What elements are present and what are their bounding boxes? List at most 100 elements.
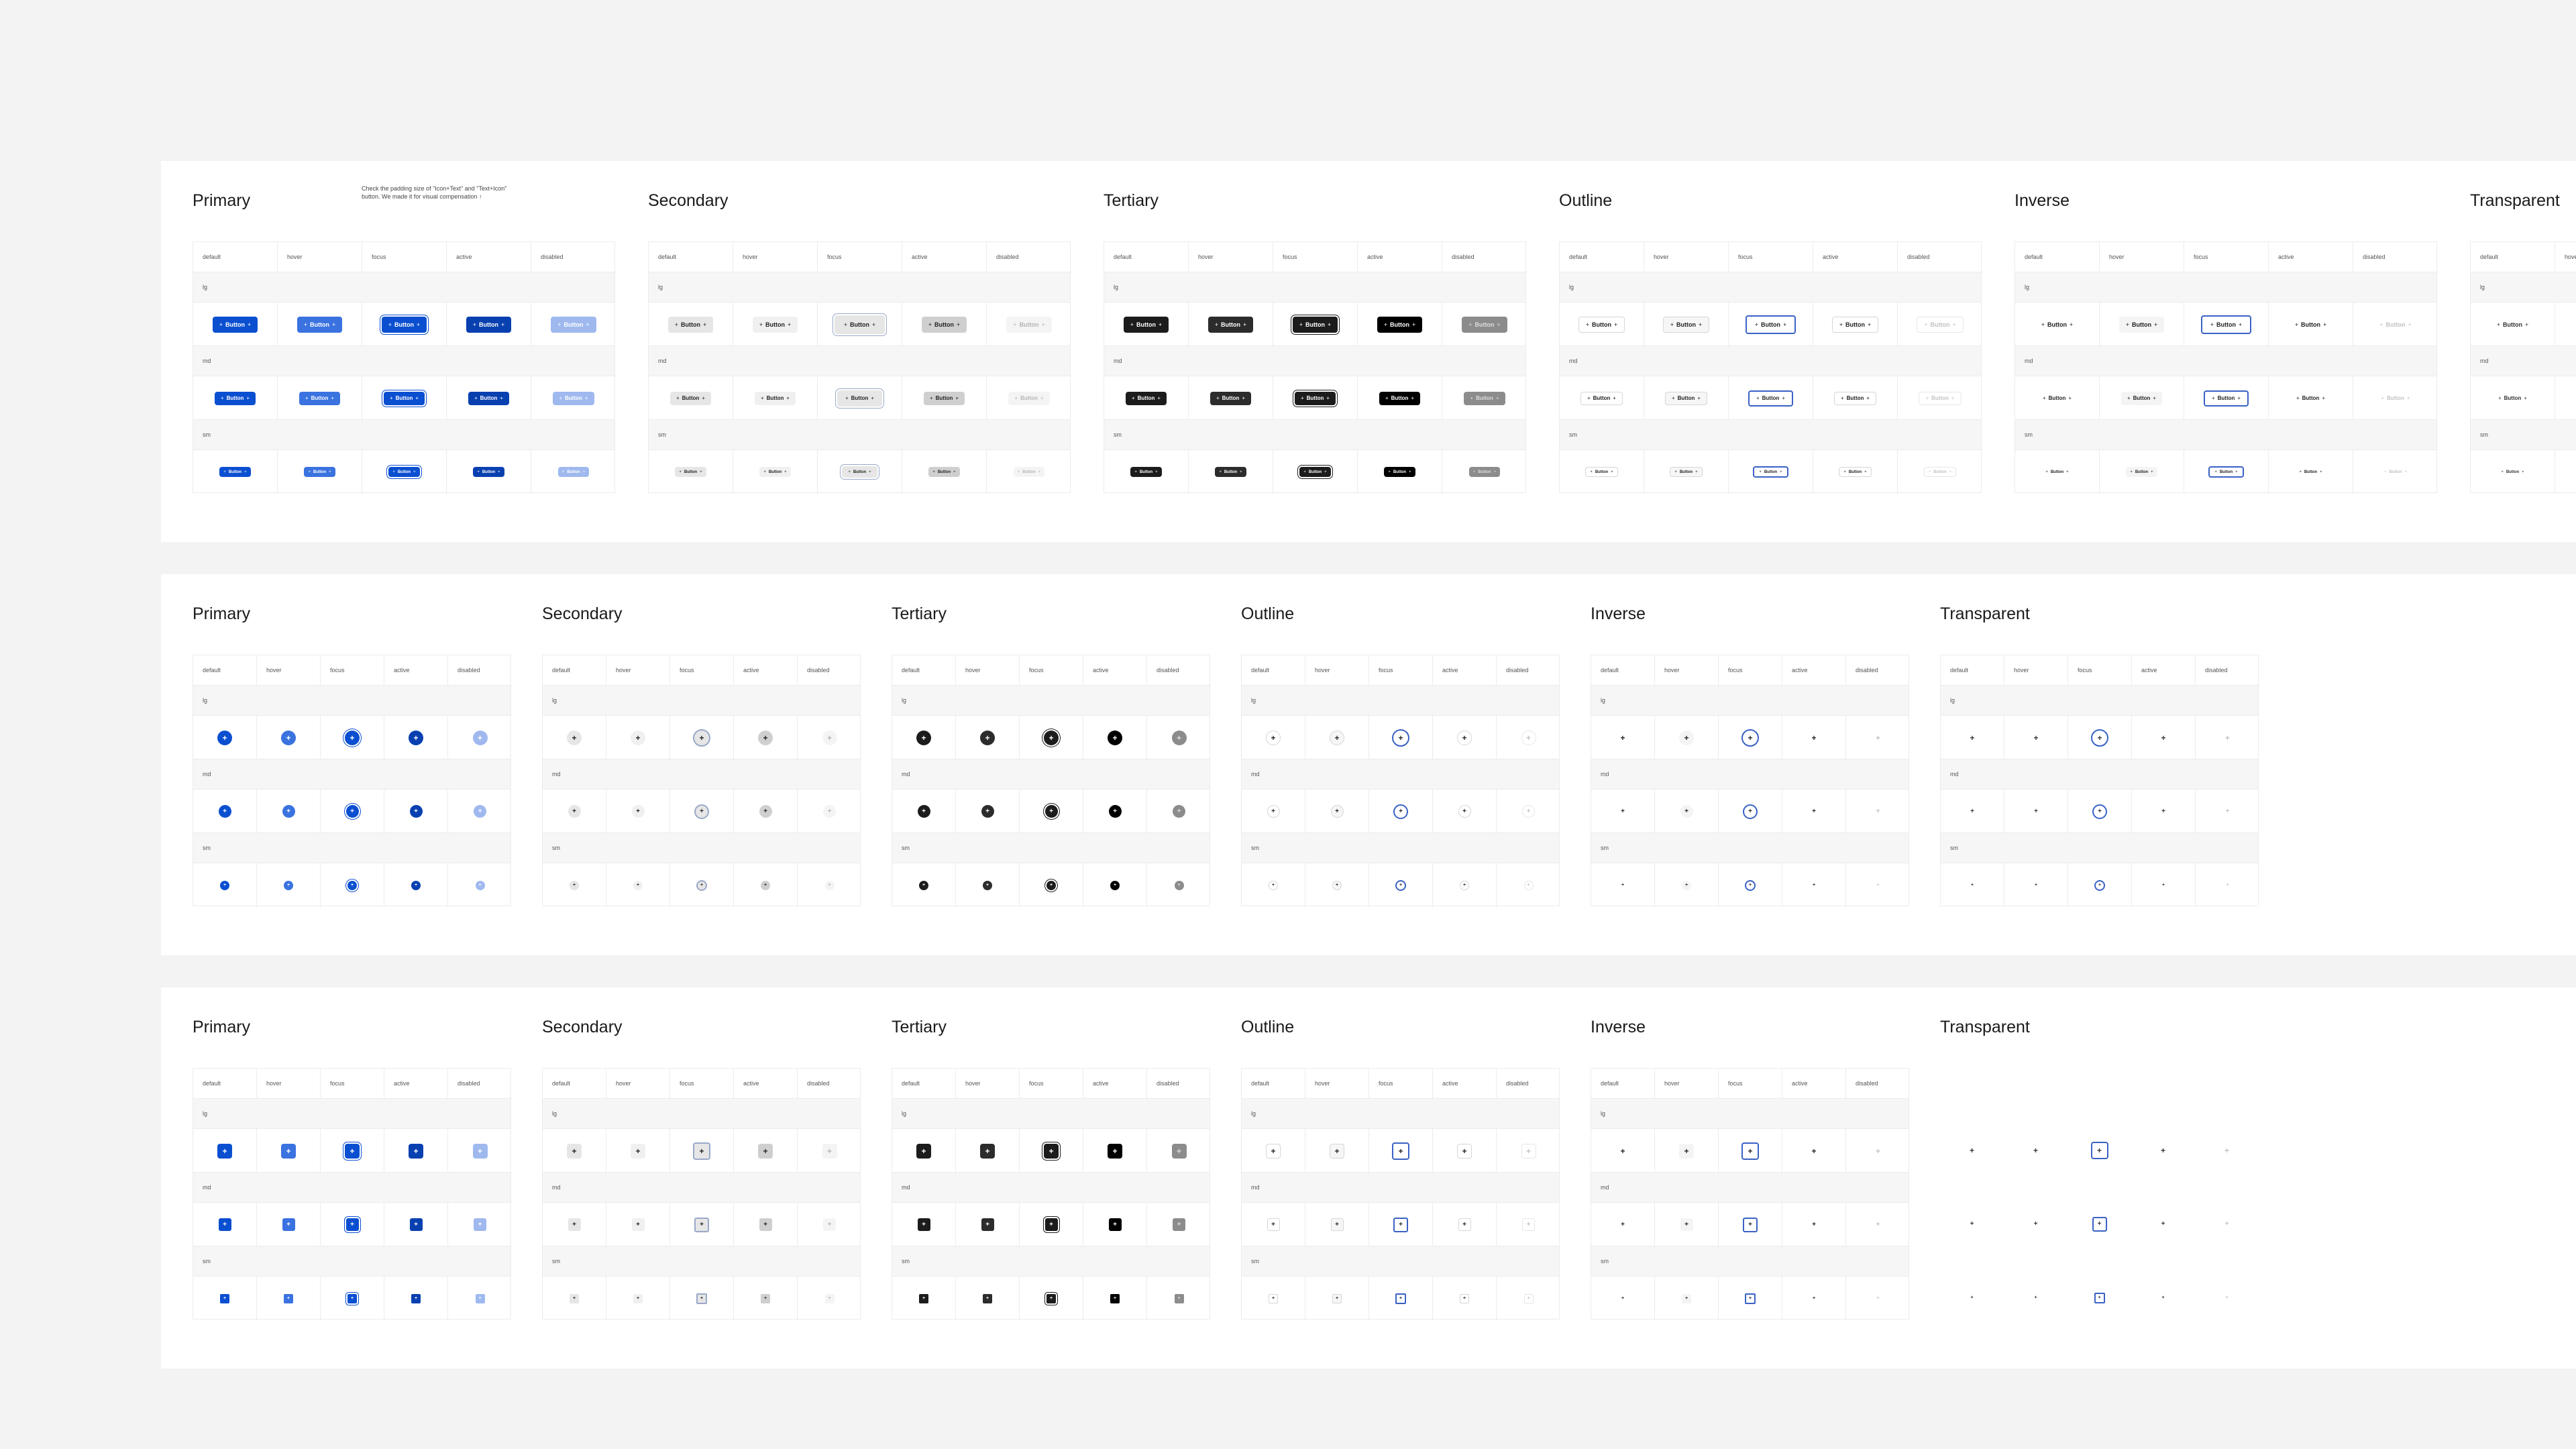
icon-button-sample[interactable]: + bbox=[282, 1218, 295, 1231]
icon-button-sample[interactable]: + bbox=[409, 805, 423, 818]
icon-button-sample[interactable]: + bbox=[919, 1293, 928, 1303]
icon-button-sample[interactable]: + bbox=[822, 1143, 837, 1159]
icon-button-sample[interactable]: + bbox=[981, 1218, 994, 1231]
icon-button-sample[interactable]: + bbox=[983, 880, 992, 890]
icon-button-sample[interactable]: + bbox=[1460, 880, 1469, 890]
button-sample[interactable]: +Button+ bbox=[842, 466, 877, 478]
icon-button-sample[interactable]: + bbox=[1873, 1293, 1883, 1303]
icon-button-sample[interactable]: + bbox=[1745, 1293, 1756, 1304]
button-sample[interactable]: +Button+ bbox=[212, 316, 258, 333]
icon-button-sample[interactable]: + bbox=[347, 1293, 357, 1303]
icon-button-sample[interactable]: + bbox=[409, 1143, 423, 1159]
icon-button-sample[interactable]: + bbox=[474, 805, 486, 818]
icon-button-sample[interactable]: + bbox=[761, 880, 770, 890]
icon-button-sample[interactable]: + bbox=[1743, 804, 1758, 819]
button-sample[interactable]: +Button+ bbox=[1917, 316, 1964, 333]
icon-button-sample[interactable]: + bbox=[1523, 880, 1534, 890]
icon-button-sample[interactable]: + bbox=[980, 730, 995, 745]
icon-button-sample[interactable]: + bbox=[981, 805, 994, 818]
icon-button-sample[interactable]: + bbox=[631, 730, 645, 745]
icon-button-sample[interactable]: + bbox=[2159, 881, 2168, 890]
icon-button-sample[interactable]: + bbox=[1870, 1143, 1886, 1159]
icon-button-sample[interactable]: + bbox=[1809, 880, 1819, 890]
icon-button-sample[interactable]: + bbox=[1458, 805, 1471, 818]
button-sample[interactable]: +Button+ bbox=[1377, 316, 1423, 333]
icon-button-sample[interactable]: + bbox=[472, 1143, 488, 1159]
icon-button-sample[interactable]: + bbox=[1108, 1143, 1122, 1159]
icon-button-sample[interactable]: + bbox=[919, 880, 928, 890]
button-sample[interactable]: +Button+ bbox=[1294, 391, 1336, 405]
button-sample[interactable]: +Button+ bbox=[299, 391, 341, 405]
icon-button-sample[interactable]: + bbox=[2030, 805, 2043, 818]
icon-button-sample[interactable]: + bbox=[2220, 731, 2235, 745]
icon-button-sample[interactable]: + bbox=[2029, 731, 2043, 745]
icon-button-sample[interactable]: + bbox=[1171, 730, 1187, 745]
icon-button-sample[interactable]: + bbox=[1807, 1218, 1821, 1231]
icon-button-sample[interactable]: + bbox=[631, 1218, 645, 1231]
icon-button-sample[interactable]: + bbox=[693, 729, 710, 747]
icon-button-sample[interactable]: + bbox=[822, 730, 837, 745]
icon-button-sample[interactable]: + bbox=[980, 1143, 995, 1159]
icon-button-sample[interactable]: + bbox=[1809, 1293, 1819, 1303]
button-sample[interactable]: +Button+ bbox=[304, 467, 335, 477]
button-sample[interactable]: +Button+ bbox=[1831, 316, 1879, 333]
button-sample[interactable]: +Button+ bbox=[1662, 316, 1710, 333]
button-sample[interactable]: +Button+ bbox=[1578, 316, 1625, 333]
button-sample[interactable]: +Button+ bbox=[557, 467, 590, 477]
button-sample[interactable]: +Button+ bbox=[2375, 391, 2416, 405]
icon-button-sample[interactable]: + bbox=[1457, 1143, 1472, 1159]
icon-button-sample[interactable]: + bbox=[475, 1293, 485, 1303]
icon-button-sample[interactable]: + bbox=[1873, 880, 1883, 890]
button-sample[interactable]: +Button+ bbox=[2121, 391, 2163, 405]
icon-button-sample[interactable]: + bbox=[1966, 1218, 1978, 1230]
icon-button-sample[interactable]: + bbox=[1108, 805, 1122, 818]
icon-button-sample[interactable]: + bbox=[1044, 730, 1059, 745]
icon-button-sample[interactable]: + bbox=[2031, 881, 2041, 890]
button-sample[interactable]: +Button+ bbox=[1299, 467, 1331, 477]
icon-button-sample[interactable]: + bbox=[759, 1218, 772, 1231]
button-sample[interactable]: +Button+ bbox=[837, 390, 883, 407]
button-sample[interactable]: +Button+ bbox=[1468, 467, 1501, 477]
button-sample[interactable]: +Button+ bbox=[1123, 316, 1169, 333]
icon-button-sample[interactable]: + bbox=[1521, 1143, 1536, 1159]
button-sample[interactable]: +Button+ bbox=[214, 391, 256, 405]
icon-button-sample[interactable]: + bbox=[1171, 1143, 1187, 1159]
button-sample[interactable]: +Button+ bbox=[1210, 391, 1252, 405]
icon-button-sample[interactable]: + bbox=[2094, 879, 2105, 891]
icon-button-sample[interactable]: + bbox=[475, 880, 485, 890]
icon-button-sample[interactable]: + bbox=[1523, 1293, 1534, 1303]
button-sample[interactable]: +Button+ bbox=[923, 391, 965, 405]
icon-button-sample[interactable]: + bbox=[917, 805, 930, 818]
button-sample[interactable]: +Button+ bbox=[553, 391, 594, 405]
icon-button-sample[interactable]: + bbox=[1521, 730, 1536, 745]
icon-button-sample[interactable]: + bbox=[217, 730, 232, 745]
icon-button-sample[interactable]: + bbox=[474, 1218, 486, 1231]
icon-button-sample[interactable]: + bbox=[761, 1293, 770, 1303]
icon-button-sample[interactable]: + bbox=[1108, 1218, 1122, 1231]
button-sample[interactable]: +Button+ bbox=[1464, 391, 1505, 405]
icon-button-sample[interactable]: + bbox=[1679, 1143, 1694, 1159]
icon-button-sample[interactable]: + bbox=[1460, 1293, 1469, 1303]
icon-button-sample[interactable]: + bbox=[2094, 1292, 2105, 1303]
icon-button-sample[interactable]: + bbox=[570, 880, 579, 890]
icon-button-sample[interactable]: + bbox=[217, 1143, 232, 1159]
button-sample[interactable]: +Button+ bbox=[2288, 316, 2334, 333]
icon-button-sample[interactable]: + bbox=[823, 805, 836, 818]
icon-button-sample[interactable]: + bbox=[633, 1293, 643, 1303]
icon-button-sample[interactable]: + bbox=[2031, 1293, 2041, 1303]
icon-button-sample[interactable]: + bbox=[1266, 730, 1281, 745]
icon-button-sample[interactable]: + bbox=[281, 730, 296, 745]
button-sample[interactable]: +Button+ bbox=[1670, 467, 1703, 477]
icon-button-sample[interactable]: + bbox=[1330, 805, 1344, 818]
button-sample[interactable]: +Button+ bbox=[669, 391, 712, 405]
icon-button-sample[interactable]: + bbox=[347, 880, 357, 890]
button-sample[interactable]: +Button+ bbox=[1292, 316, 1338, 333]
button-sample[interactable]: +Button+ bbox=[468, 391, 510, 405]
icon-button-sample[interactable]: + bbox=[2221, 805, 2234, 818]
icon-button-sample[interactable]: + bbox=[1392, 1142, 1409, 1160]
icon-button-sample[interactable]: + bbox=[345, 1218, 359, 1231]
icon-button-sample[interactable]: + bbox=[411, 880, 421, 890]
icon-button-sample[interactable]: + bbox=[2156, 1143, 2171, 1158]
icon-button-sample[interactable]: + bbox=[284, 880, 293, 890]
icon-button-sample[interactable]: + bbox=[694, 804, 709, 819]
